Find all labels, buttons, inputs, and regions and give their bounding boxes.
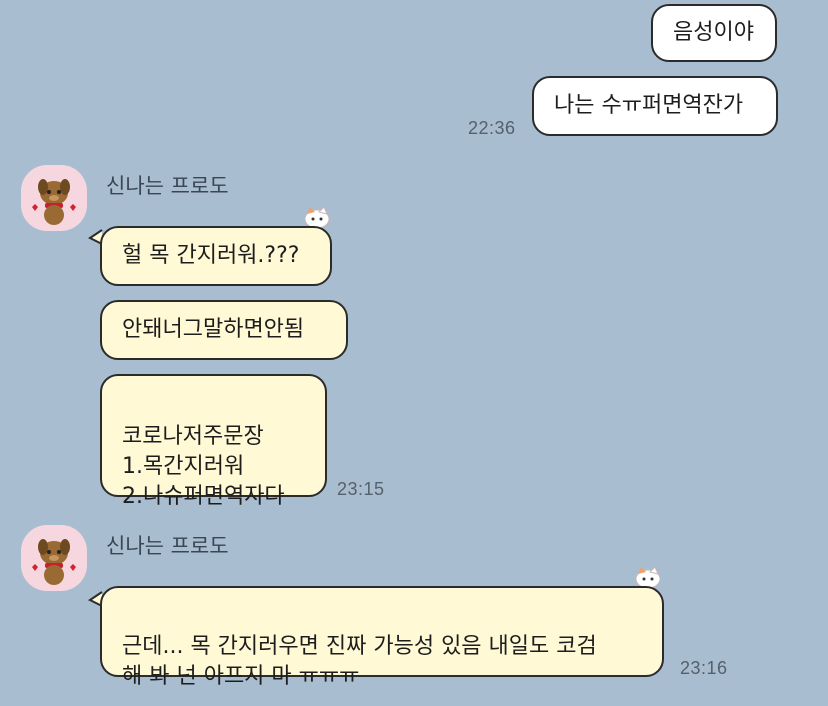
- sender-name: 신나는 프로도: [106, 174, 229, 198]
- friend-avatar[interactable]: [21, 165, 87, 231]
- friend-message-text-1: 헐 목 간지러워.???: [122, 243, 300, 268]
- sender-name: 신나는 프로도: [106, 534, 229, 558]
- my-message-bubble-2[interactable]: 나는 수ㅠ퍼면역잔가: [532, 76, 778, 136]
- my-message-text-1: 음성이야: [673, 20, 754, 45]
- message-timestamp: 23:16: [680, 658, 728, 678]
- my-message-bubble-1[interactable]: 음성이야: [651, 4, 777, 62]
- my-message-text-2: 나는 수ㅠ퍼면역잔가: [554, 93, 744, 118]
- brown-dog-character-icon: [32, 539, 76, 585]
- friend-message-bubble-3[interactable]: 코로나저주문장 1.목간지러워 2.나슈퍼면역자다: [100, 374, 327, 509]
- friend-message-text-4: 근데... 목 간지러우면 진짜 가능성 있음 내일도 코검 해 봐 넌 아프지…: [122, 634, 597, 689]
- friend-message-bubble-1[interactable]: 헐 목 간지러워.???: [100, 226, 332, 286]
- message-timestamp: 22:36: [468, 118, 516, 138]
- friend-message-text-3: 코로나저주문장 1.목간지러워 2.나슈퍼면역자다: [122, 424, 285, 509]
- message-timestamp: 23:15: [337, 479, 385, 499]
- friend-message-text-2: 안돼너그말하면안됨: [122, 317, 305, 342]
- friend-message-bubble-4[interactable]: 근데... 목 간지러우면 진짜 가능성 있음 내일도 코검 해 봐 넌 아프지…: [100, 586, 664, 689]
- friend-message-bubble-2[interactable]: 안돼너그말하면안됨: [100, 300, 348, 360]
- brown-dog-character-icon: [32, 179, 76, 225]
- friend-avatar[interactable]: [21, 525, 87, 591]
